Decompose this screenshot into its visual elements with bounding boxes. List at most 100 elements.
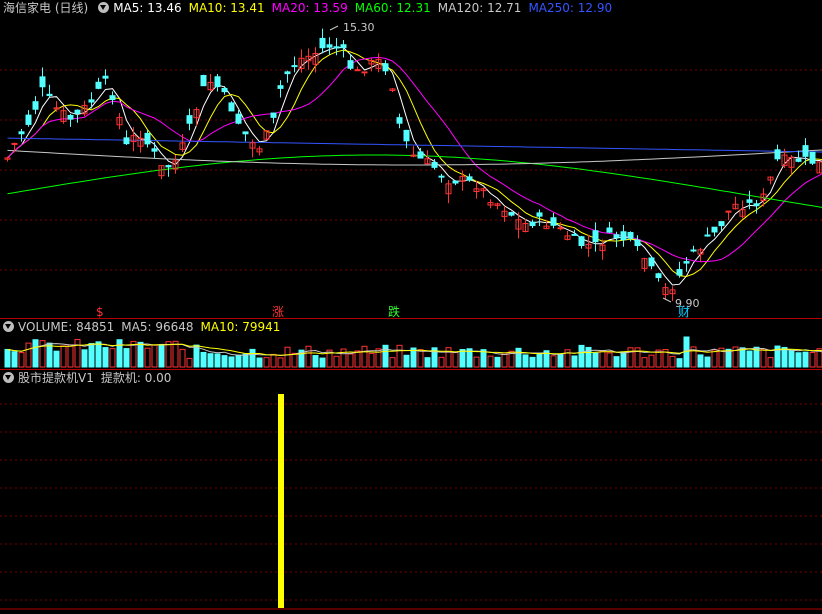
signal-marker-fall: 跌 <box>388 304 400 318</box>
price-header: 海信家电 (日线) MA5: 13.46 MA10: 13.41 MA20: 13.5… <box>0 0 619 16</box>
candle-body <box>39 76 46 88</box>
ma20-line <box>7 56 822 263</box>
volume-header: VOLUME: 84851 MA5: 96648 MA10: 79941 <box>0 319 287 335</box>
volume-bar <box>144 347 151 368</box>
signal-bar <box>278 394 284 608</box>
volume-bar <box>459 349 466 368</box>
volume-bar <box>809 351 816 368</box>
volume-bar <box>102 347 109 368</box>
ma250-line <box>7 137 822 153</box>
signal-marker-finance: 财 <box>678 305 690 318</box>
indicator-toggle-icon[interactable] <box>3 372 14 383</box>
volume-bar <box>123 348 130 368</box>
volume-bar <box>578 344 585 368</box>
candle-body <box>613 234 620 239</box>
ma-toggle-icon[interactable] <box>98 2 110 13</box>
volume-bar <box>312 355 319 368</box>
volume-bar <box>515 347 522 368</box>
candle-body <box>802 145 809 157</box>
candle-body <box>718 221 725 227</box>
candle-body <box>606 227 613 233</box>
volume-bar <box>67 344 74 368</box>
volume-bar <box>354 350 361 368</box>
candle-body <box>550 217 557 226</box>
volume-bar <box>186 357 193 368</box>
volume-bar <box>249 348 256 368</box>
ma10-label: MA10: 13.41 <box>188 1 265 15</box>
volume-bar <box>788 349 795 368</box>
volume-bar <box>46 342 53 368</box>
candle-body <box>32 101 39 110</box>
volume-bar <box>669 355 676 368</box>
high-pointer <box>329 25 339 31</box>
candle-body <box>711 226 718 233</box>
volume-panel[interactable]: VOLUME: 84851 MA5: 96648 MA10: 79941 <box>0 319 822 369</box>
volume-bar <box>347 353 354 368</box>
volume-bar <box>396 344 403 368</box>
stock-title: 海信家电 (日线) <box>3 1 89 15</box>
volume-bar <box>4 348 11 368</box>
volume-bar <box>445 347 452 368</box>
candle-body <box>571 233 578 236</box>
volume-bar <box>256 357 263 368</box>
volume-bar <box>270 353 277 368</box>
candle-body <box>214 76 221 88</box>
volume-bar <box>529 356 536 368</box>
signal-marker-dollar: $ <box>96 305 104 318</box>
volume-label: VOLUME: 84851 <box>18 320 115 334</box>
indicator-panel[interactable]: 股市提款机V1 提款机: 0.00 <box>0 370 822 614</box>
volume-bar <box>214 353 221 368</box>
candle-body <box>753 203 760 207</box>
candle-body <box>354 69 361 72</box>
volume-bar <box>494 356 501 368</box>
volume-bar <box>200 351 207 368</box>
price-panel[interactable]: 海信家电 (日线) MA5: 13.46 MA10: 13.41 MA20: 13.5… <box>0 0 822 318</box>
candle-body <box>235 113 242 124</box>
volume-bar <box>25 342 32 368</box>
indicator-header: 股市提款机V1 提款机: 0.00 <box>0 370 178 386</box>
candle-body <box>578 236 585 247</box>
volume-bar <box>361 345 368 368</box>
volume-bar <box>536 352 543 368</box>
candle-body <box>88 99 95 103</box>
volume-bar <box>18 352 25 368</box>
candle-body <box>228 102 235 112</box>
candle-body <box>291 65 298 68</box>
volume-bar <box>242 353 249 368</box>
volume-bar <box>60 345 67 368</box>
volume-toggle-icon[interactable] <box>3 321 14 332</box>
candle-body <box>242 131 249 135</box>
volume-bar <box>291 352 298 368</box>
volume-bar <box>333 355 340 368</box>
volume-bar <box>592 352 599 368</box>
candle-body <box>326 44 333 48</box>
volume-bar <box>424 357 431 368</box>
candle-body <box>536 212 543 217</box>
volume-bar <box>641 357 648 368</box>
volume-bar <box>760 348 767 368</box>
candlestick-chart[interactable]: 15.30 9.90 $ 涨 跌 财 <box>0 0 822 318</box>
volume-bar <box>550 355 557 368</box>
candle-body <box>648 257 655 267</box>
candle-body <box>74 109 81 115</box>
volume-bar <box>165 341 172 368</box>
candle-body <box>746 199 753 203</box>
volume-bar <box>340 348 347 368</box>
volume-bar <box>620 351 627 368</box>
candle-body <box>284 71 291 75</box>
volume-bar <box>39 340 46 368</box>
indicator-chart[interactable] <box>0 370 822 614</box>
candle-body <box>319 37 326 49</box>
volume-bar <box>802 351 809 368</box>
volume-bar <box>473 356 480 368</box>
candle-body <box>18 131 25 135</box>
candle-body <box>333 46 340 49</box>
volume-bar <box>305 345 312 368</box>
candle-body <box>123 137 130 145</box>
candle-body <box>403 129 410 142</box>
candle-body <box>277 85 284 89</box>
ma60-line <box>7 154 822 208</box>
volume-bar <box>697 354 704 368</box>
candle-body <box>620 231 627 241</box>
volume-bar <box>151 344 158 368</box>
